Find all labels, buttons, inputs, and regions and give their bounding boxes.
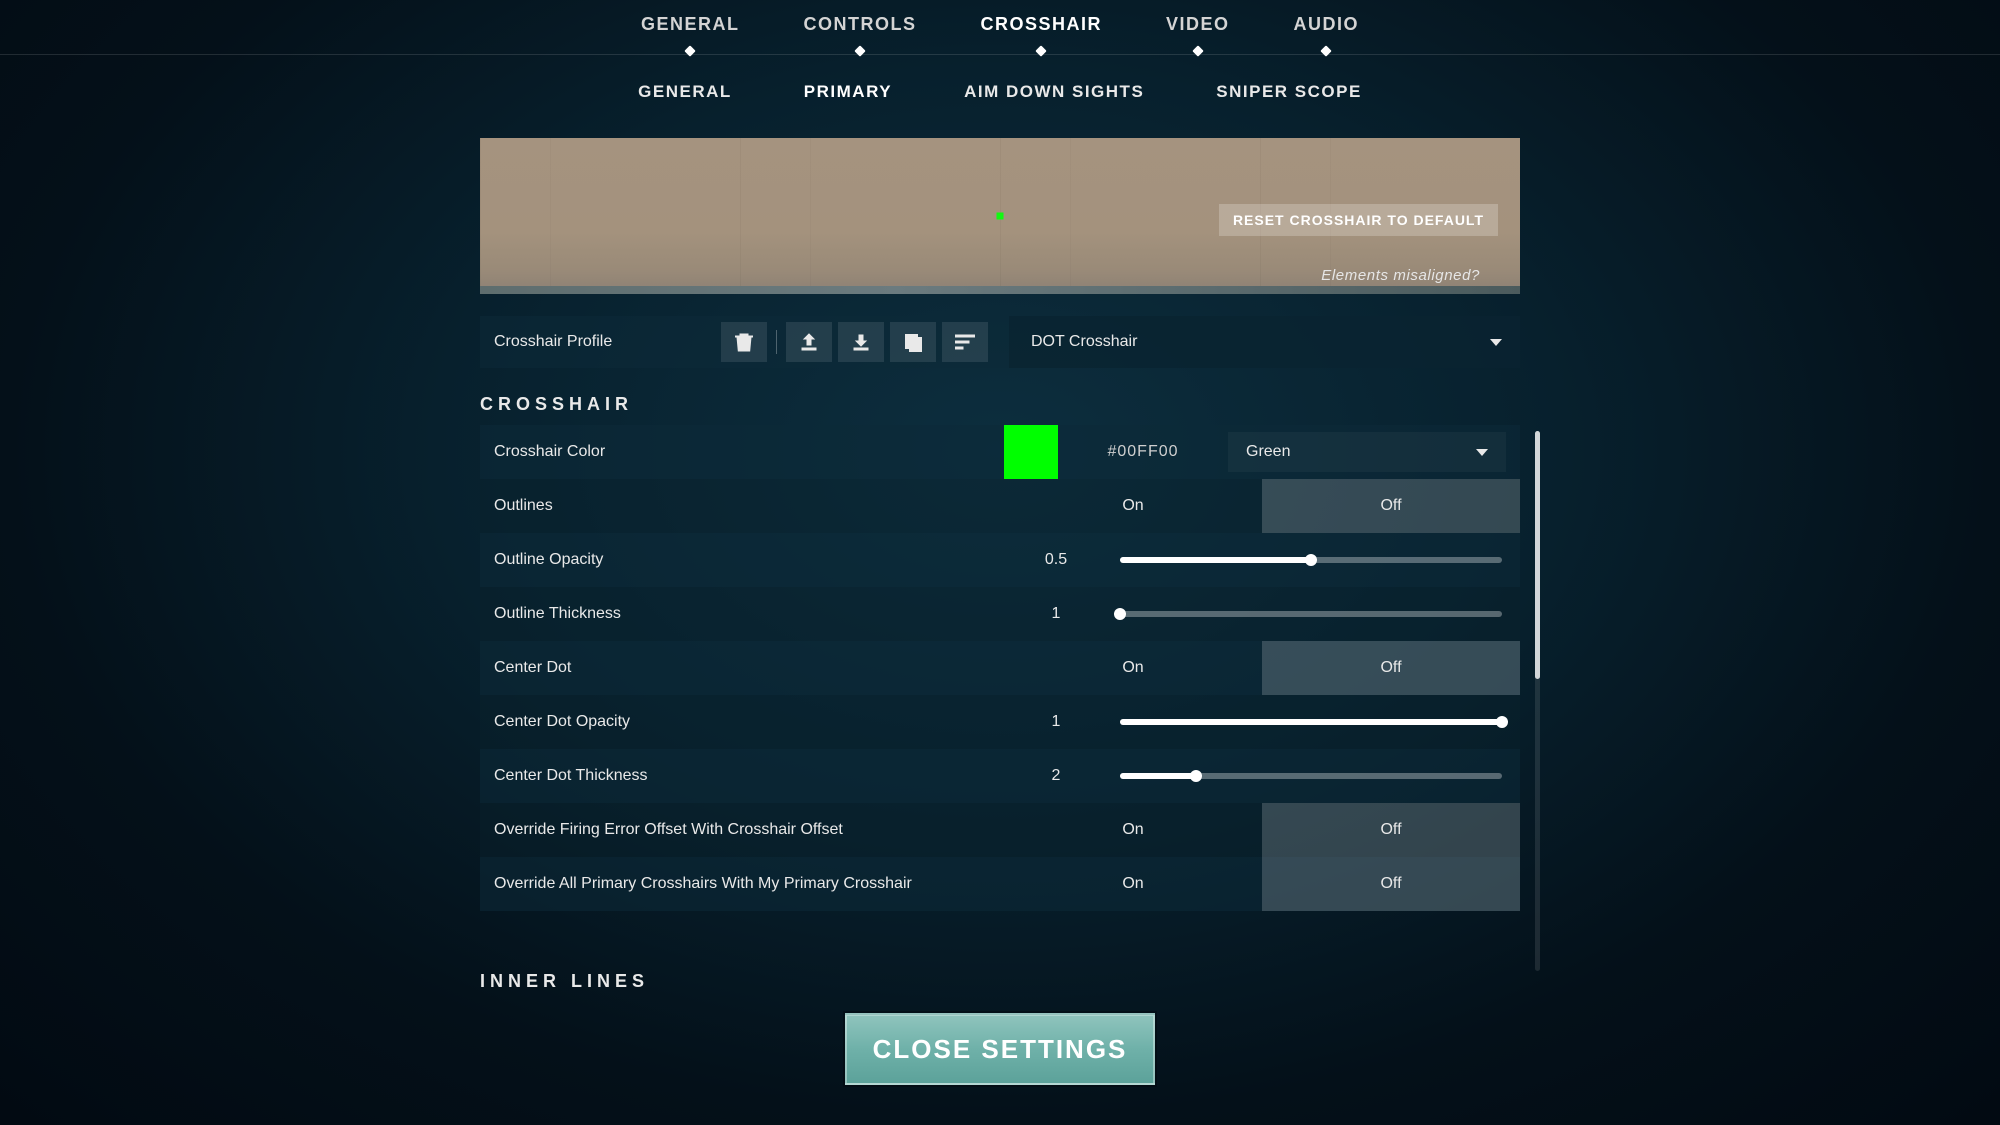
slider-track <box>1120 611 1502 617</box>
list-icon <box>955 334 975 350</box>
separator <box>776 330 777 354</box>
tab-general[interactable]: GENERAL <box>641 14 740 53</box>
section-header-inner-lines: INNER LINES <box>480 971 1520 992</box>
slider-outline-thickness[interactable] <box>1120 611 1502 617</box>
slider-center-dot-opacity[interactable] <box>1120 719 1502 725</box>
top-divider <box>0 54 2000 55</box>
reset-crosshair-button[interactable]: RESET CROSSHAIR TO DEFAULT <box>1219 204 1498 236</box>
close-settings-button[interactable]: CLOSE SETTINGS <box>845 1013 1155 1085</box>
subtab-primary[interactable]: PRIMARY <box>804 82 892 102</box>
center-dot-off[interactable]: Off <box>1262 641 1520 695</box>
toggle-override-primary: On Off <box>1004 857 1520 911</box>
override-primary-off[interactable]: Off <box>1262 857 1520 911</box>
upload-icon <box>799 332 819 352</box>
crosshair-dot <box>997 213 1004 220</box>
subtab-general[interactable]: GENERAL <box>638 82 732 102</box>
chevron-down-icon <box>1490 339 1502 346</box>
override-firing-off[interactable]: Off <box>1262 803 1520 857</box>
chevron-down-icon <box>1476 449 1488 456</box>
preview-floor <box>480 286 1520 294</box>
label-center-dot-opacity: Center Dot Opacity <box>494 713 1004 731</box>
misaligned-link[interactable]: Elements misaligned? <box>1321 267 1480 284</box>
slider-fill <box>1120 557 1311 563</box>
row-crosshair-color: Crosshair Color #00FF00 Green <box>480 425 1520 479</box>
label-outlines: Outlines <box>494 497 1004 515</box>
subtab-ads[interactable]: AIM DOWN SIGHTS <box>964 82 1144 102</box>
value-center-dot-thickness[interactable]: 2 <box>1004 767 1108 785</box>
row-center-dot-thickness: Center Dot Thickness 2 <box>480 749 1520 803</box>
label-override-primary: Override All Primary Crosshairs With My … <box>494 875 1004 893</box>
row-outline-thickness: Outline Thickness 1 <box>480 587 1520 641</box>
label-center-dot: Center Dot <box>494 659 1004 677</box>
label-outline-opacity: Outline Opacity <box>494 551 1004 569</box>
slider-fill <box>1120 719 1502 725</box>
trash-icon <box>735 332 753 352</box>
center-dot-on[interactable]: On <box>1004 641 1262 695</box>
color-name-value: Green <box>1246 443 1290 461</box>
section-header-crosshair: CROSSHAIR <box>480 394 1520 415</box>
row-center-dot-opacity: Center Dot Opacity 1 <box>480 695 1520 749</box>
row-center-dot: Center Dot On Off <box>480 641 1520 695</box>
import-profile-button[interactable] <box>838 322 884 362</box>
slider-thumb[interactable] <box>1114 608 1126 620</box>
toggle-center-dot: On Off <box>1004 641 1520 695</box>
outlines-on[interactable]: On <box>1004 479 1262 533</box>
settings-scrollbar[interactable] <box>1535 431 1540 971</box>
row-override-firing: Override Firing Error Offset With Crossh… <box>480 803 1520 857</box>
tab-crosshair[interactable]: CROSSHAIR <box>980 14 1102 53</box>
slider-thumb[interactable] <box>1496 716 1508 728</box>
crosshair-preview: RESET CROSSHAIR TO DEFAULT Elements misa… <box>480 138 1520 294</box>
label-override-firing: Override Firing Error Offset With Crossh… <box>494 821 1004 839</box>
color-hex-input[interactable]: #00FF00 <box>1058 443 1228 461</box>
toggle-override-firing: On Off <box>1004 803 1520 857</box>
crosshair-profile-value: DOT Crosshair <box>1031 333 1137 351</box>
sub-nav: GENERAL PRIMARY AIM DOWN SIGHTS SNIPER S… <box>0 82 2000 102</box>
profile-icon-group <box>718 316 997 368</box>
label-outline-thickness: Outline Thickness <box>494 605 1004 623</box>
color-name-select[interactable]: Green <box>1228 432 1506 472</box>
row-outline-opacity: Outline Opacity 0.5 <box>480 533 1520 587</box>
export-profile-button[interactable] <box>786 322 832 362</box>
slider-thumb[interactable] <box>1190 770 1202 782</box>
settings-scroll: Crosshair Color #00FF00 Green Outlines O… <box>480 425 1520 911</box>
tab-controls[interactable]: CONTROLS <box>803 14 916 53</box>
list-profiles-button[interactable] <box>942 322 988 362</box>
scrollbar-thumb[interactable] <box>1535 431 1540 679</box>
top-nav: GENERAL CONTROLS CROSSHAIR VIDEO AUDIO <box>0 14 2000 53</box>
label-crosshair-color: Crosshair Color <box>494 443 1004 461</box>
delete-profile-button[interactable] <box>721 322 767 362</box>
copy-profile-button[interactable] <box>890 322 936 362</box>
override-primary-on[interactable]: On <box>1004 857 1262 911</box>
copy-icon <box>903 332 923 352</box>
slider-fill <box>1120 773 1196 779</box>
value-outline-opacity[interactable]: 0.5 <box>1004 551 1108 569</box>
row-override-primary: Override All Primary Crosshairs With My … <box>480 857 1520 911</box>
toggle-outlines: On Off <box>1004 479 1520 533</box>
slider-outline-opacity[interactable] <box>1120 557 1502 563</box>
color-swatch[interactable] <box>1004 425 1058 479</box>
outlines-off[interactable]: Off <box>1262 479 1520 533</box>
override-firing-on[interactable]: On <box>1004 803 1262 857</box>
crosshair-profile-select[interactable]: DOT Crosshair <box>1009 316 1520 368</box>
download-icon <box>851 332 871 352</box>
slider-thumb[interactable] <box>1305 554 1317 566</box>
row-outlines: Outlines On Off <box>480 479 1520 533</box>
settings-panel: RESET CROSSHAIR TO DEFAULT Elements misa… <box>480 138 1520 1002</box>
slider-center-dot-thickness[interactable] <box>1120 773 1502 779</box>
value-center-dot-opacity[interactable]: 1 <box>1004 713 1108 731</box>
value-outline-thickness[interactable]: 1 <box>1004 605 1108 623</box>
crosshair-profile-row: Crosshair Profile DOT Crosshair <box>480 316 1520 368</box>
crosshair-profile-label: Crosshair Profile <box>480 316 718 368</box>
tab-video[interactable]: VIDEO <box>1166 14 1230 53</box>
tab-audio[interactable]: AUDIO <box>1294 14 1360 53</box>
subtab-sniper[interactable]: SNIPER SCOPE <box>1216 82 1362 102</box>
label-center-dot-thickness: Center Dot Thickness <box>494 767 1004 785</box>
